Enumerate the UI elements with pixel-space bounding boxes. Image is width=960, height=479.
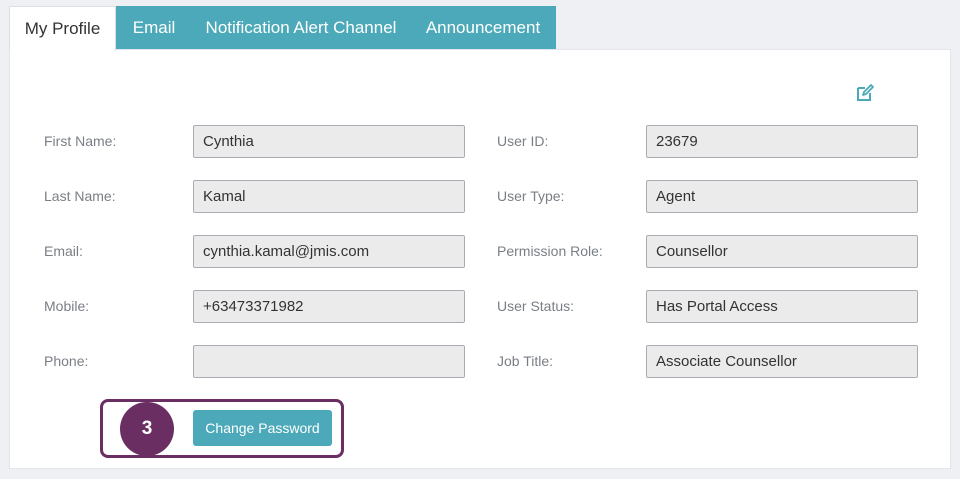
step-number-badge: 3 [120, 402, 174, 456]
change-password-button[interactable]: Change Password [193, 410, 332, 446]
permission-role-label: Permission Role: [497, 243, 603, 259]
profile-tabs: My Profile Email Notification Alert Chan… [9, 6, 556, 51]
user-status-field[interactable] [646, 290, 918, 323]
edit-square-icon[interactable] [856, 84, 874, 102]
mobile-field[interactable] [193, 290, 465, 323]
phone-field[interactable] [193, 345, 465, 378]
user-status-label: User Status: [497, 298, 575, 314]
tab-my-profile[interactable]: My Profile [9, 6, 116, 51]
tab-notification-alert-channel[interactable]: Notification Alert Channel [192, 6, 410, 50]
email-label: Email: [44, 243, 83, 259]
user-type-label: User Type: [497, 188, 565, 204]
user-id-field[interactable] [646, 125, 918, 158]
permission-role-field[interactable] [646, 235, 918, 268]
email-field[interactable] [193, 235, 465, 268]
last-name-label: Last Name: [44, 188, 116, 204]
tab-announcement[interactable]: Announcement [410, 6, 556, 50]
user-type-field[interactable] [646, 180, 918, 213]
mobile-label: Mobile: [44, 298, 90, 314]
tab-email[interactable]: Email [116, 6, 192, 50]
first-name-field[interactable] [193, 125, 465, 158]
last-name-field[interactable] [193, 180, 465, 213]
phone-label: Phone: [44, 353, 89, 369]
user-id-label: User ID: [497, 133, 549, 149]
job-title-label: Job Title: [497, 353, 554, 369]
job-title-field[interactable] [646, 345, 918, 378]
first-name-label: First Name: [44, 133, 117, 149]
profile-panel: First Name: Last Name: Email: Mobile: Ph… [9, 49, 951, 469]
